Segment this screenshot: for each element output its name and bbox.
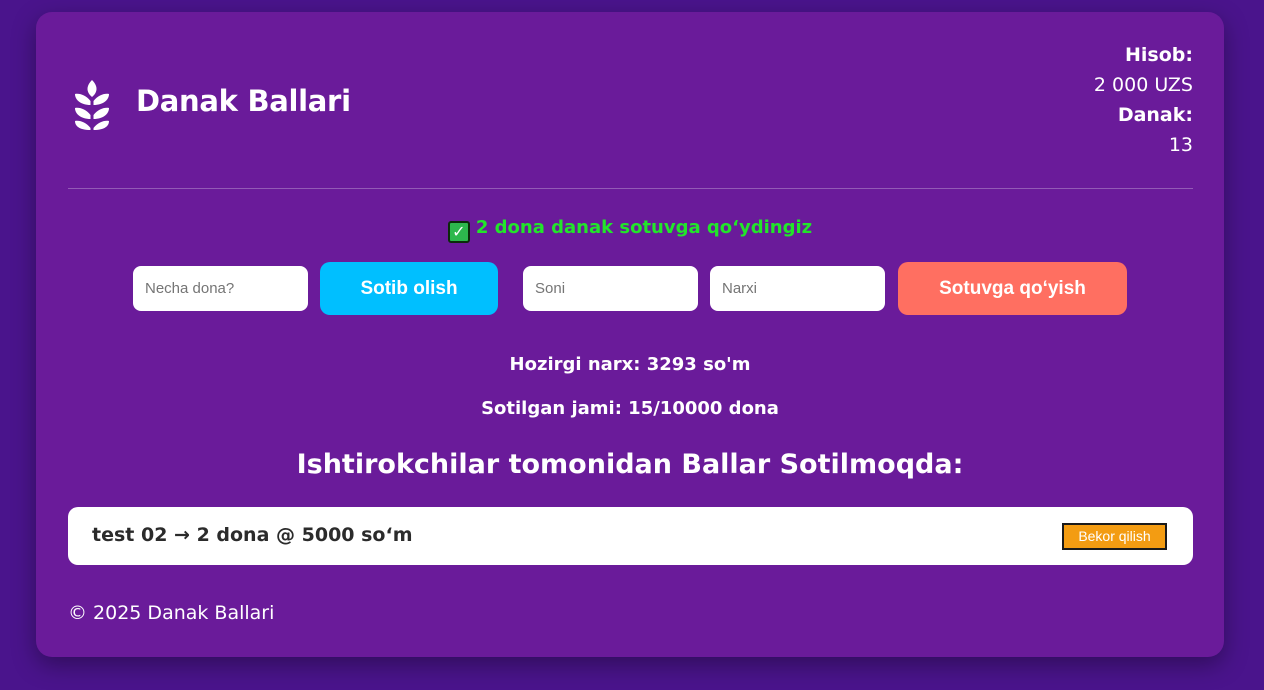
buy-quantity-input[interactable] — [133, 266, 308, 311]
status-message: ✓ 2 dona danak sotuvga qo‘ydingiz — [36, 217, 1224, 243]
listings-title: Ishtirokchilar tomonidan Ballar Sotilmoq… — [296, 449, 964, 480]
danak-label: Danak: — [1117, 104, 1193, 126]
main-card: Danak Ballari Hisob: 2 000 UZS Danak: 13… — [36, 12, 1224, 657]
balance-label: Hisob: — [1125, 44, 1193, 66]
current-price: Hozirgi narx: 3293 so'm — [509, 354, 751, 375]
header: Danak Ballari Hisob: 2 000 UZS Danak: 13 — [68, 12, 1193, 189]
brand-title: Danak Ballari — [136, 84, 351, 118]
sell-count-input[interactable] — [523, 266, 698, 311]
status-message-text: 2 dona danak sotuvga qo‘ydingiz — [475, 217, 813, 238]
sell-button[interactable]: Sotuvga qo‘yish — [898, 262, 1127, 315]
danak-value: 13 — [1168, 134, 1193, 156]
balance-value: 2 000 UZS — [1093, 74, 1193, 96]
sold-total: Sotilgan jami: 15/10000 dona — [481, 398, 779, 419]
sell-price-input[interactable] — [710, 266, 885, 311]
wheat-icon — [75, 80, 109, 130]
footer-copyright: © 2025 Danak Ballari — [68, 602, 275, 624]
listing-item: test 02 → 2 dona @ 5000 so‘m Bekor qilis… — [68, 507, 1193, 565]
buy-button[interactable]: Sotib olish — [320, 262, 498, 315]
listing-text: test 02 → 2 dona @ 5000 so‘m — [92, 524, 413, 546]
account-summary: Hisob: 2 000 UZS Danak: 13 — [1094, 40, 1193, 160]
check-icon: ✓ — [447, 221, 470, 243]
cancel-button[interactable]: Bekor qilish — [1062, 523, 1167, 550]
